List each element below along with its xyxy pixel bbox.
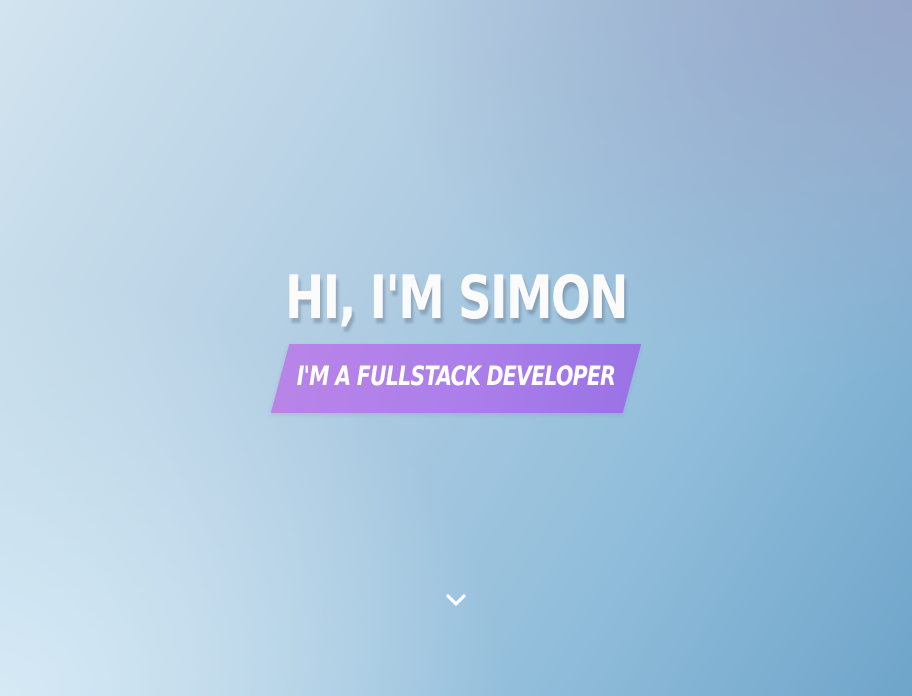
hero-title: HI, I'M SIMON <box>285 263 628 333</box>
tagline-text: I'M A FULLSTACK DEVELOPER <box>296 361 616 392</box>
scroll-down-button[interactable] <box>441 586 471 614</box>
hero-section: HI, I'M SIMON I'M A FULLSTACK DEVELOPER <box>0 0 912 696</box>
chevron-down-icon <box>446 594 466 606</box>
